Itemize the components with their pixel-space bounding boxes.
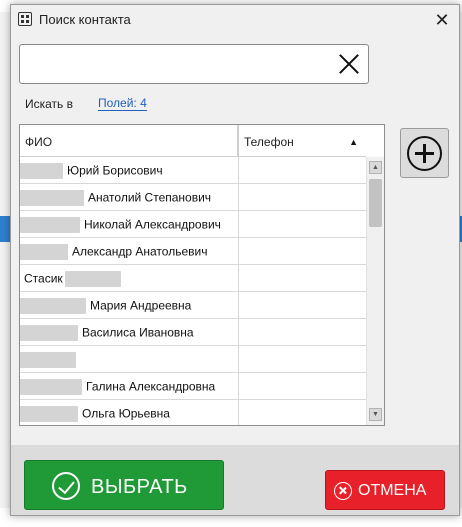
grid-header: ФИО Телефон ▲	[20, 125, 366, 157]
sort-ascending-icon: ▲	[349, 137, 358, 147]
table-row[interactable]: Николай Александрович	[20, 211, 366, 238]
cell-fio: Ольга Юрьевна	[20, 400, 239, 425]
fields-link[interactable]: Полей: 4	[98, 96, 147, 111]
column-header-fio[interactable]: ФИО	[20, 125, 239, 157]
cell-phone	[239, 265, 366, 291]
check-circle-icon	[52, 472, 80, 500]
cell-fio: Юрий Борисович	[20, 157, 239, 183]
column-header-phone[interactable]: Телефон ▲	[239, 125, 366, 157]
table-row[interactable]: Стасик	[20, 265, 366, 292]
scroll-up-icon[interactable]: ▲	[369, 161, 382, 174]
redacted-text	[20, 378, 82, 395]
cell-fio: Мария Андреевна	[20, 292, 239, 318]
table-row[interactable]: Галина Александровна	[20, 373, 366, 400]
contact-name: Василиса Ивановна	[82, 325, 194, 340]
cell-phone	[239, 184, 366, 210]
contacts-grid: ФИО Телефон ▲ Юрий Борисович Анатолий Ст…	[19, 124, 385, 426]
contact-search-dialog: Поиск контакта ✕ Искать в Полей: 4 ФИО Т…	[10, 4, 460, 516]
column-header-phone-label: Телефон	[244, 135, 294, 149]
contact-name: Николай Александрович	[84, 217, 221, 232]
redacted-text	[64, 270, 121, 287]
cell-phone	[239, 292, 366, 318]
cell-phone	[239, 211, 366, 237]
cell-fio: Александр Анатольевич	[20, 238, 239, 264]
search-input[interactable]	[26, 51, 326, 77]
redacted-text	[20, 324, 78, 341]
cell-fio: Николай Александрович	[20, 211, 239, 237]
cell-fio: Галина Александровна	[20, 373, 239, 399]
cancel-button-label: ОТМЕНА	[358, 482, 427, 499]
redacted-text	[20, 405, 78, 422]
scrollbar-thumb[interactable]	[369, 179, 382, 227]
window-title: Поиск контакта	[39, 12, 131, 27]
dialog-footer: ВЫБРАТЬ ОТМЕНА	[11, 445, 459, 515]
close-icon[interactable]: ✕	[431, 9, 453, 31]
cell-fio	[20, 346, 239, 372]
table-row[interactable]	[20, 346, 366, 373]
cell-phone	[239, 319, 366, 345]
cell-phone	[239, 157, 366, 183]
table-row[interactable]: Ольга Юрьевна	[20, 400, 366, 425]
clear-search-icon[interactable]	[338, 52, 360, 74]
table-row[interactable]: Василиса Ивановна	[20, 319, 366, 346]
column-header-fio-label: ФИО	[25, 135, 53, 149]
title-bar[interactable]: Поиск контакта ✕	[11, 5, 459, 35]
search-in-label: Искать в	[25, 97, 74, 111]
dialog-content: Искать в Полей: 4 ФИО Телефон ▲ Юрий Бор…	[11, 35, 459, 445]
cell-fio: Анатолий Степанович	[20, 184, 239, 210]
add-contact-button[interactable]	[400, 128, 449, 178]
redacted-text	[20, 162, 63, 179]
cell-fio: Стасик	[20, 265, 239, 291]
scroll-down-icon[interactable]: ▼	[369, 408, 382, 421]
contact-name: Мария Андреевна	[90, 298, 192, 313]
contact-name: Галина Александровна	[86, 379, 216, 394]
cell-fio: Василиса Ивановна	[20, 319, 239, 345]
redacted-text	[20, 243, 68, 260]
contact-name: Ольга Юрьевна	[82, 406, 170, 421]
select-button-label: ВЫБРАТЬ	[91, 476, 188, 498]
cancel-button[interactable]: ОТМЕНА	[325, 470, 445, 510]
search-box[interactable]	[19, 44, 369, 84]
qr-icon	[18, 12, 32, 26]
plus-circle-icon	[407, 136, 442, 171]
redacted-text	[20, 351, 76, 368]
cell-phone	[239, 373, 366, 399]
contact-name: Стасик	[24, 271, 63, 286]
redacted-text	[20, 216, 80, 233]
grid-rows: Юрий Борисович Анатолий Степанович Никол…	[20, 157, 366, 425]
redacted-text	[20, 297, 86, 314]
cell-phone	[239, 346, 366, 372]
contact-name: Александр Анатольевич	[72, 244, 208, 259]
table-row[interactable]: Анатолий Степанович	[20, 184, 366, 211]
vertical-scrollbar[interactable]: ▲ ▼	[366, 157, 384, 425]
select-button[interactable]: ВЫБРАТЬ	[24, 460, 224, 510]
cell-phone	[239, 400, 366, 425]
contact-name: Юрий Борисович	[67, 163, 163, 178]
table-row[interactable]: Юрий Борисович	[20, 157, 366, 184]
redacted-text	[20, 189, 84, 206]
cancel-circle-icon	[334, 482, 352, 500]
table-row[interactable]: Александр Анатольевич	[20, 238, 366, 265]
cell-phone	[239, 238, 366, 264]
table-row[interactable]: Мария Андреевна	[20, 292, 366, 319]
contact-name: Анатолий Степанович	[88, 190, 212, 205]
